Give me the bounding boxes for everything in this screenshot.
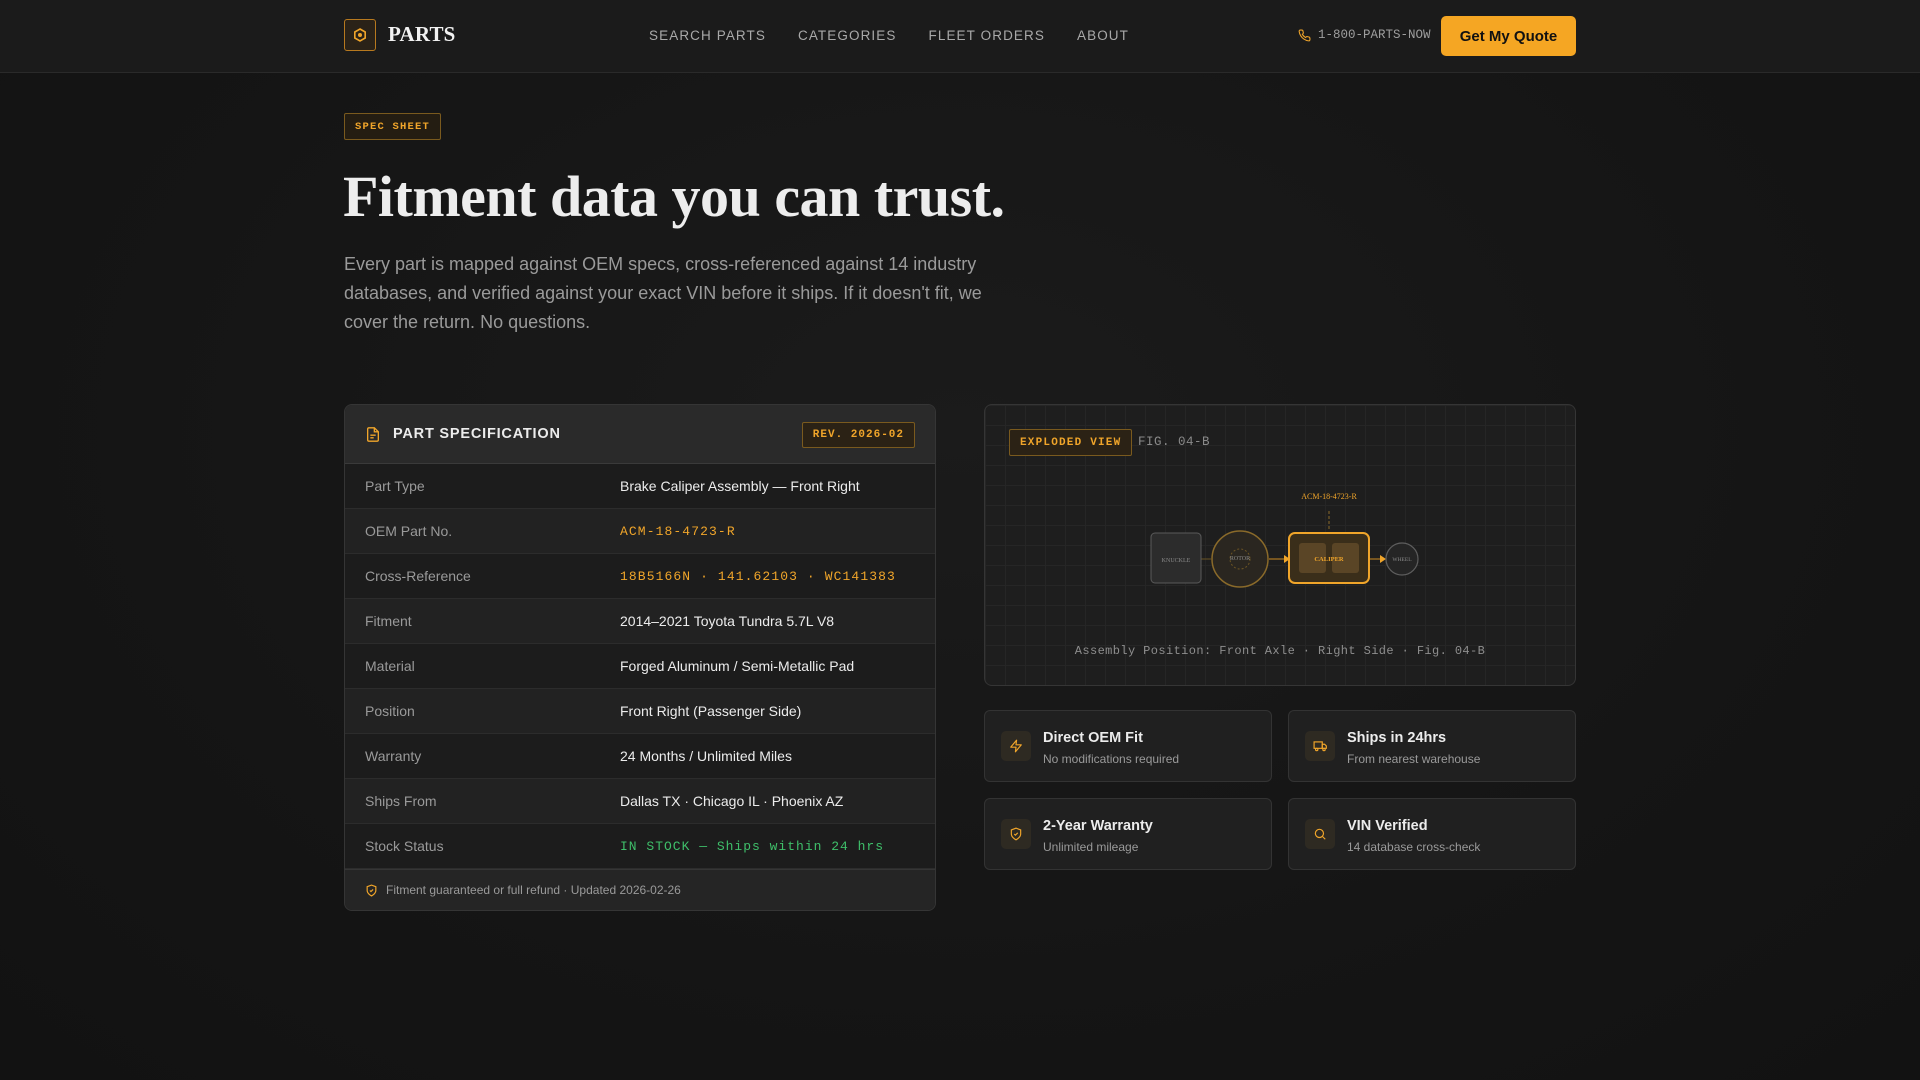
spec-row-position: Position Front Right (Passenger Side) <box>345 689 935 734</box>
logo-icon[interactable] <box>344 19 376 51</box>
spec-label: Material <box>365 658 415 674</box>
spec-row-cross-reference: Cross-Reference 18B5166N · 141.62103 · W… <box>345 554 935 599</box>
phone-link[interactable]: 1-800-PARTS-NOW <box>1298 28 1431 42</box>
spec-label: Position <box>365 703 415 719</box>
nav-link-about[interactable]: ABOUT <box>1077 28 1129 43</box>
spec-label: Part Type <box>365 478 425 494</box>
search-icon <box>1305 819 1335 849</box>
feature-subtitle: From nearest warehouse <box>1347 752 1481 766</box>
spec-value: 24 Months / Unlimited Miles <box>620 748 792 764</box>
spec-title: PART SPECIFICATION <box>393 426 561 442</box>
spec-row-oem-part-no: OEM Part No. ACM-18-4723-R <box>345 509 935 554</box>
spec-label: Ships From <box>365 793 437 809</box>
spec-value: Brake Caliper Assembly — Front Right <box>620 478 860 494</box>
spec-row-material: Material Forged Aluminum / Semi-Metallic… <box>345 644 935 689</box>
spec-table: Part Type Brake Caliper Assembly — Front… <box>345 464 935 869</box>
feature-subtitle: No modifications required <box>1043 752 1180 766</box>
spec-row-part-type: Part Type Brake Caliper Assembly — Front… <box>345 464 935 509</box>
caliper-label: CALIPER <box>1314 556 1344 563</box>
spec-sheet-badge: SPEC SHEET <box>344 113 442 140</box>
page-subtitle: Every part is mapped against OEM specs, … <box>344 254 982 332</box>
spec-label: OEM Part No. <box>365 523 453 539</box>
feature-title: Ships in 24hrs <box>1347 730 1447 746</box>
nav-link-categories[interactable]: CATEGORIES <box>798 28 897 43</box>
oem-part-number[interactable]: ACM-18-4723-R <box>620 524 736 539</box>
feature-vin-verified: VIN Verified 14 database cross-check <box>1288 798 1576 870</box>
page-title: Fitment data you can trust. <box>343 164 1005 229</box>
feature-subtitle: Unlimited mileage <box>1043 840 1139 854</box>
nav-links: SEARCH PARTS CATEGORIES FLEET ORDERS ABO… <box>649 28 1129 43</box>
spec-value: Forged Aluminum / Semi-Metallic Pad <box>620 658 855 674</box>
spec-value: 2014–2021 Toyota Tundra 5.7L V8 <box>620 613 835 629</box>
lightning-icon <box>1001 731 1031 761</box>
shield-icon <box>366 883 377 897</box>
truck-icon <box>1305 731 1335 761</box>
phone-number: 1-800-PARTS-NOW <box>1318 28 1431 42</box>
nav-link-fleet-orders[interactable]: FLEET ORDERS <box>929 28 1045 43</box>
feature-title: VIN Verified <box>1347 818 1428 834</box>
spec-row-fitment: Fitment 2014–2021 Toyota Tundra 5.7L V8 <box>345 599 935 644</box>
exploded-view-card: EXPLODED VIEW FIG. 04-B KNUCKLE ROTOR CA… <box>984 404 1576 686</box>
spec-row-warranty: Warranty 24 Months / Unlimited Miles <box>345 734 935 779</box>
spec-header: PART SPECIFICATION REV. 2026-02 <box>345 405 935 464</box>
document-icon <box>367 427 379 442</box>
nav-link-search-parts[interactable]: SEARCH PARTS <box>649 28 766 43</box>
knuckle-label: KNUCKLE <box>1162 558 1191 564</box>
rotor-label: ROTOR <box>1230 556 1250 562</box>
part-specification-card: PART SPECIFICATION REV. 2026-02 Part Typ… <box>344 404 936 911</box>
shield-check-icon <box>1001 819 1031 849</box>
feature-ships-in-24hrs: Ships in 24hrs From nearest warehouse <box>1288 710 1576 782</box>
spec-value: Dallas TX · Chicago IL · Phoenix AZ <box>620 793 844 809</box>
feature-subtitle: 14 database cross-check <box>1347 840 1481 854</box>
wheel-label: WHEEL <box>1392 557 1412 563</box>
spec-label: Stock Status <box>365 838 444 854</box>
spec-value: Front Right (Passenger Side) <box>620 703 802 719</box>
revision-badge: REV. 2026-02 <box>801 422 915 448</box>
feature-title: 2-Year Warranty <box>1043 818 1153 834</box>
spec-label: Fitment <box>365 613 412 629</box>
spec-label: Warranty <box>365 748 422 764</box>
spec-label: Cross-Reference <box>365 568 471 584</box>
stock-status: IN STOCK — Ships within 24 hrs <box>620 838 885 854</box>
diagram-caption: Assembly Position: Front Axle · Right Si… <box>1074 644 1486 658</box>
spec-row-stock-status: Stock Status IN STOCK — Ships within 24 … <box>345 824 935 869</box>
cross-reference-numbers[interactable]: 18B5166N · 141.62103 · WC141383 <box>620 569 896 584</box>
part-callout-label: ACM-18-4723-R <box>1301 492 1357 501</box>
guarantee-text: Fitment guaranteed or full refund · Upda… <box>386 883 681 897</box>
brand-name[interactable]: PARTS <box>388 22 456 47</box>
feature-direct-oem-fit: Direct OEM Fit No modifications required <box>984 710 1272 782</box>
spec-footer: Fitment guaranteed or full refund · Upda… <box>345 869 935 910</box>
get-quote-button[interactable]: Get My Quote <box>1441 16 1576 56</box>
feature-2-year-warranty: 2-Year Warranty Unlimited mileage <box>984 798 1272 870</box>
phone-icon <box>1298 29 1311 41</box>
spec-row-ships-from: Ships From Dallas TX · Chicago IL · Phoe… <box>345 779 935 824</box>
feature-title: Direct OEM Fit <box>1043 730 1143 746</box>
connector-arrow <box>1380 555 1386 563</box>
top-nav: PARTS SEARCH PARTS CATEGORIES FLEET ORDE… <box>0 0 1920 73</box>
